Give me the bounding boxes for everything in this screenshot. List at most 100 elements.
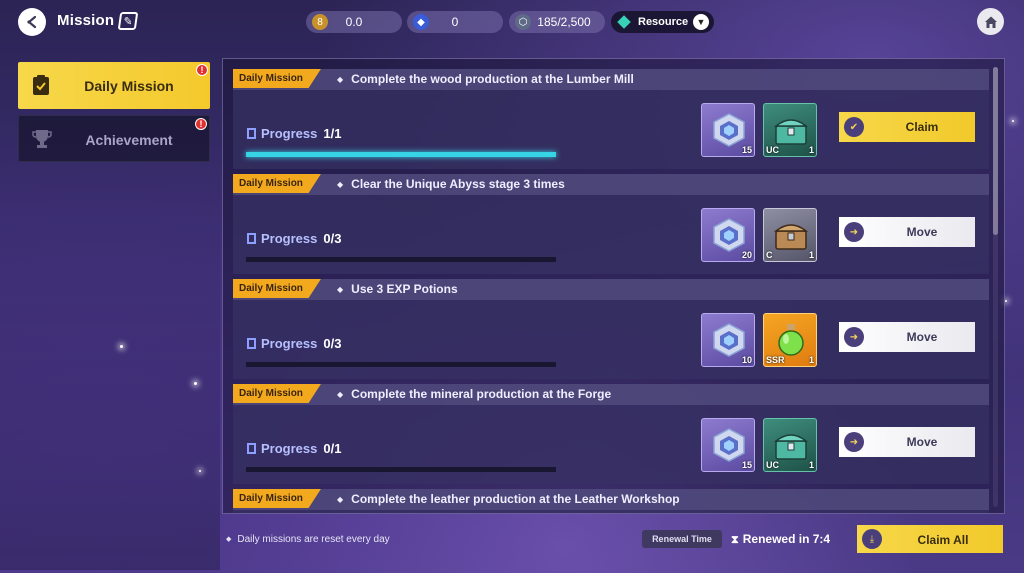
reward-count: 1 bbox=[808, 355, 814, 365]
tab-daily-mission[interactable]: Daily Mission ! bbox=[18, 62, 210, 109]
reward-gem-cube[interactable]: 20 bbox=[701, 208, 755, 262]
mission-name: Use 3 EXP Potions bbox=[337, 282, 457, 296]
tab-achievement[interactable]: Achievement ! bbox=[18, 115, 210, 162]
mission-name: Complete the wood production at the Lumb… bbox=[337, 72, 634, 86]
alert-badge: ! bbox=[195, 118, 207, 130]
reward-potion[interactable]: SSR 1 bbox=[763, 313, 817, 367]
tab-achievement-label: Achievement bbox=[85, 132, 173, 148]
gem-cube-icon bbox=[713, 113, 745, 147]
reward-chest-c[interactable]: C 1 bbox=[763, 208, 817, 262]
mission-progress: Progress 1/1 bbox=[247, 126, 341, 141]
chevron-down-icon: ▼ bbox=[693, 14, 709, 30]
gem-cube-icon bbox=[713, 218, 745, 252]
chest-icon bbox=[773, 119, 809, 145]
reward-count: 15 bbox=[741, 460, 752, 470]
home-button[interactable] bbox=[977, 8, 1004, 35]
tab-daily-mission-label: Daily Mission bbox=[84, 78, 174, 94]
document-icon bbox=[247, 128, 256, 139]
progress-bar bbox=[246, 362, 556, 367]
move-button-label: Move bbox=[906, 330, 938, 344]
potion-icon bbox=[778, 324, 804, 356]
resource-crystal-value: 0 bbox=[451, 15, 459, 29]
go-arrow-icon: ➜ bbox=[844, 222, 864, 242]
document-icon bbox=[247, 443, 256, 454]
reward-count: 1 bbox=[808, 250, 814, 260]
resource-crystal[interactable]: ◆ 0 bbox=[407, 11, 503, 33]
move-button-label: Move bbox=[906, 225, 938, 239]
scrollbar-thumb[interactable] bbox=[993, 67, 998, 235]
mission-tag: Daily Mission bbox=[233, 489, 321, 508]
renewal-time-label: Renewal Time bbox=[642, 530, 722, 548]
move-button[interactable]: ➜ Move bbox=[839, 217, 975, 247]
scrollbar[interactable] bbox=[993, 67, 998, 507]
reward-gem-cube[interactable]: 10 bbox=[701, 313, 755, 367]
go-arrow-icon: ➜ bbox=[844, 327, 864, 347]
progress-value: 0/3 bbox=[323, 336, 342, 351]
resource-gold[interactable]: 8 0.0 bbox=[306, 11, 402, 33]
sparkle-decor bbox=[1012, 120, 1014, 122]
reward-gem-cube[interactable]: 15 bbox=[701, 103, 755, 157]
progress-value: 0/3 bbox=[323, 231, 342, 246]
move-button[interactable]: ➜ Move bbox=[839, 427, 975, 457]
claim-all-label: Claim All bbox=[917, 533, 969, 547]
resource-token-value: 185/2,500 bbox=[537, 15, 591, 29]
resource-token[interactable]: ⬡ 185/2,500 bbox=[509, 11, 605, 33]
reward-count: 1 bbox=[808, 145, 814, 155]
chest-icon bbox=[773, 434, 809, 460]
cube-icon bbox=[617, 15, 631, 29]
claim-button-label: Claim bbox=[905, 120, 939, 134]
sparkle-decor bbox=[120, 345, 123, 348]
mission-name: Complete the leather production at the L… bbox=[337, 492, 679, 506]
progress-label: Progress bbox=[261, 336, 318, 351]
document-icon bbox=[247, 338, 256, 349]
reward-gem-cube[interactable]: 15 bbox=[701, 418, 755, 472]
reward-rarity: UC bbox=[766, 460, 779, 470]
progress-label: Progress bbox=[261, 231, 318, 246]
reward-chest-uc[interactable]: UC 1 bbox=[763, 103, 817, 157]
resource-dropdown[interactable]: Resource ▼ bbox=[611, 11, 714, 33]
renewal-countdown-text: Renewed in 7:4 bbox=[742, 532, 831, 546]
reward-rarity: SSR bbox=[766, 355, 785, 365]
mission-header: Daily Mission Complete the leather produ… bbox=[233, 489, 989, 510]
progress-fill bbox=[246, 152, 556, 157]
mission-header: Daily Mission Complete the mineral produ… bbox=[233, 384, 989, 405]
mission-tag: Daily Mission bbox=[233, 69, 321, 88]
reset-note: Daily missions are reset every day bbox=[226, 534, 389, 545]
mission-progress: Progress 0/1 bbox=[247, 441, 341, 456]
mission-card: Daily Mission Clear the Unique Abyss sta… bbox=[233, 174, 989, 274]
check-diamond-icon: ✔ bbox=[844, 117, 864, 137]
progress-bar bbox=[246, 152, 556, 157]
move-button[interactable]: ➜ Move bbox=[839, 322, 975, 352]
hourglass-icon: ⧗ bbox=[731, 534, 739, 546]
claim-button[interactable]: ✔ Claim bbox=[839, 112, 975, 142]
top-bar: Mission ✎ 8 0.0 ◆ 0 ⬡ 185/2,500 Resource… bbox=[0, 0, 1024, 44]
reward-count: 10 bbox=[741, 355, 752, 365]
mission-tag: Daily Mission bbox=[233, 384, 321, 403]
reward-count: 1 bbox=[808, 460, 814, 470]
mission-header: Daily Mission Clear the Unique Abyss sta… bbox=[233, 174, 989, 195]
progress-label: Progress bbox=[261, 441, 318, 456]
renewal-countdown: ⧗ Renewed in 7:4 bbox=[731, 532, 830, 547]
home-icon bbox=[984, 16, 997, 28]
progress-value: 0/1 bbox=[323, 441, 342, 456]
back-button[interactable] bbox=[18, 8, 46, 36]
mission-header: Daily Mission Complete the wood producti… bbox=[233, 69, 989, 90]
mission-card: Daily Mission Use 3 EXP Potions Progress… bbox=[233, 279, 989, 379]
mission-card: Daily Mission Complete the leather produ… bbox=[233, 489, 989, 513]
mission-name: Complete the mineral production at the F… bbox=[337, 387, 611, 401]
mission-progress: Progress 0/3 bbox=[247, 231, 341, 246]
reward-chest-uc[interactable]: UC 1 bbox=[763, 418, 817, 472]
go-arrow-icon: ➜ bbox=[844, 432, 864, 452]
claim-all-icon: ⤓ bbox=[862, 529, 882, 549]
alert-badge: ! bbox=[196, 64, 208, 76]
mission-list[interactable]: Daily Mission Complete the wood producti… bbox=[222, 58, 1005, 514]
document-icon bbox=[247, 233, 256, 244]
mission-card: Daily Mission Complete the mineral produ… bbox=[233, 384, 989, 484]
sparkle-decor bbox=[194, 382, 197, 385]
sparkle-decor bbox=[199, 470, 201, 472]
progress-label: Progress bbox=[261, 126, 318, 141]
mission-progress: Progress 0/3 bbox=[247, 336, 341, 351]
mission-card: Daily Mission Complete the wood producti… bbox=[233, 69, 989, 169]
mission-name: Clear the Unique Abyss stage 3 times bbox=[337, 177, 565, 191]
claim-all-button[interactable]: ⤓ Claim All bbox=[857, 525, 1003, 553]
